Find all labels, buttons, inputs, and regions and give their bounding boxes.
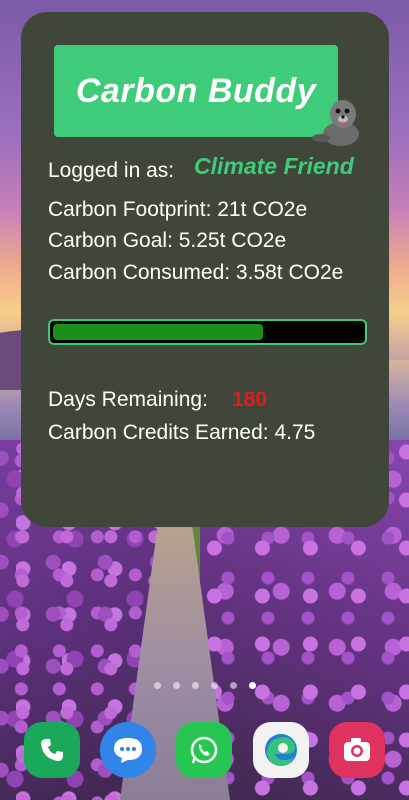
carbon-consumed-text: Carbon Consumed: 3.58t CO2e [48, 261, 344, 284]
camera-app-button[interactable] [329, 722, 385, 778]
page-dot[interactable] [210, 682, 218, 689]
page-dot[interactable] [153, 682, 161, 689]
edge-browser-icon [265, 734, 297, 766]
page-dot[interactable] [229, 682, 237, 689]
carbon-progress-fill [53, 324, 263, 340]
days-remaining-value: 180 [232, 388, 268, 411]
widget-title-banner[interactable]: Carbon Buddy [54, 45, 338, 137]
carbon-credits-text: Carbon Credits Earned: 4.75 [48, 421, 316, 444]
widget-title: Carbon Buddy [75, 71, 317, 110]
carbon-progress-bar [48, 319, 367, 345]
page-dot[interactable] [248, 682, 256, 689]
days-remaining-label: Days Remaining: [48, 388, 208, 411]
messages-icon [114, 738, 142, 763]
page-dot[interactable] [172, 682, 180, 689]
carbon-goal-text: Carbon Goal: 5.25t CO2e [48, 229, 287, 252]
messages-app-button[interactable] [100, 722, 156, 778]
logged-in-label: Logged in as: [48, 159, 175, 182]
seal-mascot-icon [312, 100, 359, 146]
carbon-footprint-text: Carbon Footprint: 21t CO2e [48, 198, 308, 221]
user-name: Climate Friend [194, 153, 354, 179]
page-dot[interactable] [191, 682, 199, 689]
whatsapp-app-button[interactable] [176, 722, 232, 778]
app-dock [0, 720, 409, 782]
home-page-indicator[interactable] [0, 682, 409, 689]
carbon-buddy-widget[interactable]: Carbon Buddy Logged in as: Climate Frien… [21, 12, 389, 527]
phone-app-button[interactable] [24, 722, 80, 778]
edge-browser-app-button[interactable] [253, 722, 309, 778]
whatsapp-icon [190, 736, 218, 764]
phone-icon [41, 739, 63, 761]
camera-icon [344, 738, 370, 761]
